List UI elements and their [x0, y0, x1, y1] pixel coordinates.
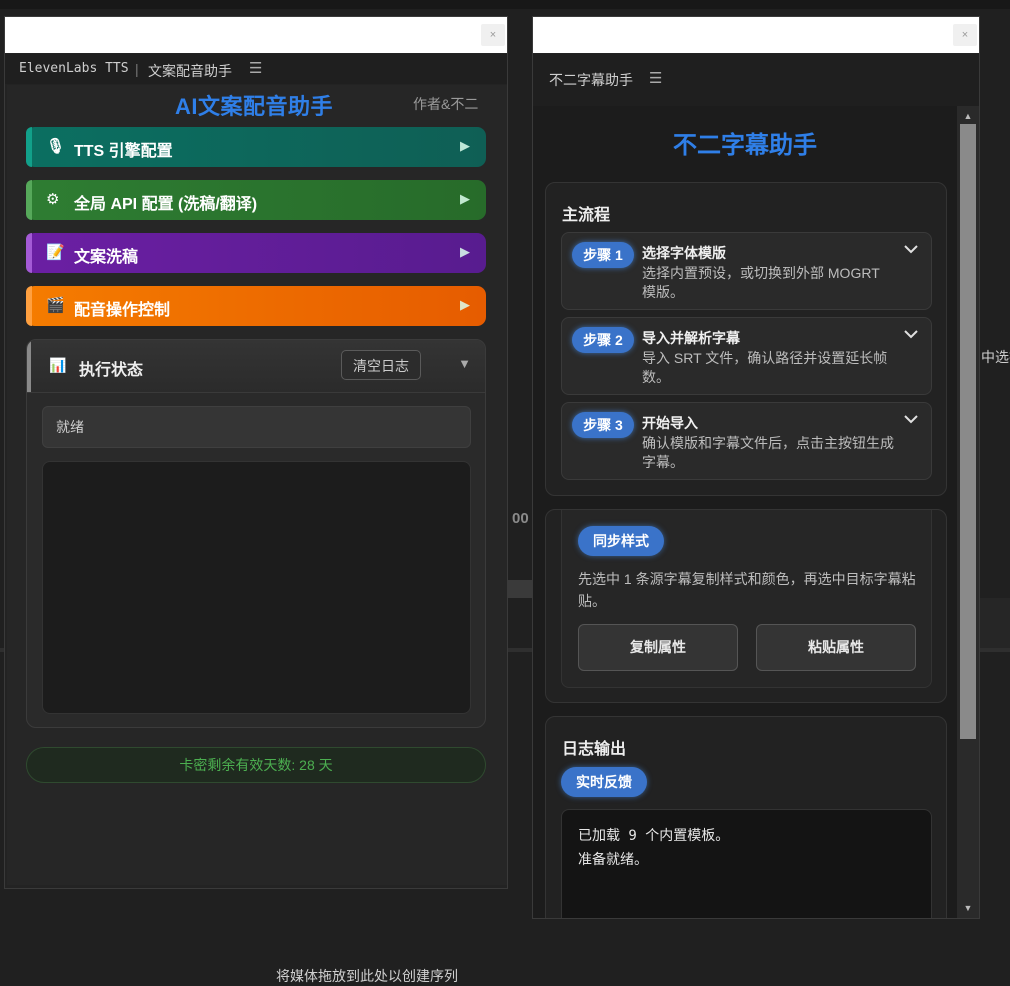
step-title: 选择字体模版	[642, 245, 726, 261]
log-output[interactable]: 已加载 9 个内置模板。 准备就绪。	[561, 809, 932, 918]
page-title: 不二字幕助手	[673, 132, 817, 159]
panel-titlebar: ×	[5, 17, 507, 53]
bg-scroll-segment	[508, 580, 532, 598]
tab-title: 不二字幕助手	[549, 72, 633, 88]
step-badge: 步骤 2	[572, 327, 634, 353]
panel-content: 不二字幕助手 主流程 步骤 1 选择字体模版 选择内置预设，或切换到外部 MOG…	[533, 106, 957, 918]
chevron-down-icon[interactable]	[903, 411, 919, 427]
step-item[interactable]: 步骤 1 选择字体模版 选择内置预设，或切换到外部 MOGRT 模版。	[561, 232, 932, 310]
microphone-icon: 🎙	[46, 138, 66, 155]
sync-style-inner: 同步样式 先选中 1 条源字幕复制样式和颜色，再选中目标字幕粘贴。 复制属性 粘…	[561, 510, 932, 688]
status-title: 执行状态	[79, 362, 144, 379]
section-label: 文案洗稿	[74, 249, 139, 266]
step-title: 开始导入	[642, 415, 698, 431]
memo-icon: 📝	[46, 244, 65, 261]
log-line: 已加载 9 个内置模板。	[578, 828, 730, 844]
bg-hint-text: 中选择	[981, 349, 1010, 365]
tts-panel: × ElevenLabs TTS | 文案配音助手 ☰ AI文案配音助手 作者&…	[4, 16, 508, 889]
chevron-down-icon[interactable]	[903, 326, 919, 342]
gear-icon: ⚙	[46, 191, 60, 208]
tab-title: ElevenLabs TTS	[19, 61, 129, 76]
sync-style-pill: 同步样式	[578, 526, 664, 556]
chevron-right-icon: ▶	[460, 138, 470, 153]
close-icon[interactable]: ×	[953, 24, 977, 46]
tab-separator: |	[135, 61, 139, 77]
log-line: 准备就绪。	[578, 852, 648, 868]
step-description: 导入 SRT 文件，确认路径并设置延长帧数。	[642, 350, 888, 385]
log-output[interactable]	[42, 461, 471, 714]
status-text: 就绪	[42, 406, 471, 448]
section-dubbing-control[interactable]: 🎬 配音操作控制 ▶	[26, 286, 486, 326]
panel-titlebar: ×	[533, 17, 979, 53]
bg-timecode: 00	[512, 510, 529, 527]
author-label: 作者&不二	[413, 96, 479, 112]
bar-chart-icon: 📊	[49, 357, 67, 373]
clapperboard-icon: 🎬	[46, 297, 65, 314]
app-top-strip	[0, 0, 1010, 9]
license-status: 卡密剩余有效天数: 28 天	[26, 747, 486, 783]
step-item[interactable]: 步骤 2 导入并解析字幕 导入 SRT 文件，确认路径并设置延长帧数。	[561, 317, 932, 395]
scroll-thumb[interactable]	[960, 124, 976, 739]
chevron-down-icon[interactable]: ▼	[458, 356, 471, 371]
section-global-api[interactable]: ⚙ 全局 API 配置 (洗稿/翻译) ▶	[26, 180, 486, 220]
vertical-scrollbar[interactable]: ▲ ▼	[957, 106, 979, 918]
chevron-right-icon: ▶	[460, 244, 470, 259]
status-header[interactable]: 📊 执行状态 清空日志 ▼	[27, 340, 485, 393]
card-title: 主流程	[562, 207, 611, 224]
close-icon[interactable]: ×	[481, 24, 505, 46]
copy-attributes-button[interactable]: 复制属性	[578, 624, 738, 671]
chevron-down-icon[interactable]	[903, 241, 919, 257]
sync-style-description: 先选中 1 条源字幕复制样式和颜色，再选中目标字幕粘贴。	[578, 571, 916, 609]
tab-subtitle: 文案配音助手	[148, 63, 232, 79]
chevron-right-icon: ▶	[460, 297, 470, 312]
step-badge: 步骤 3	[572, 412, 634, 438]
section-label: TTS 引擎配置	[74, 143, 173, 160]
step-item[interactable]: 步骤 3 开始导入 确认模版和字幕文件后，点击主按钮生成字幕。	[561, 402, 932, 480]
step-badge: 步骤 1	[572, 242, 634, 268]
log-card: 日志输出 实时反馈 已加载 9 个内置模板。 准备就绪。	[545, 716, 947, 918]
panel-tab[interactable]: 不二字幕助手 ☰	[533, 54, 979, 106]
chevron-right-icon: ▶	[460, 191, 470, 206]
step-description: 选择内置预设，或切换到外部 MOGRT 模版。	[642, 265, 880, 300]
page-title: AI文案配音助手	[175, 94, 334, 119]
section-label: 配音操作控制	[74, 302, 171, 319]
main-flow-card: 主流程 步骤 1 选择字体模版 选择内置预设，或切换到外部 MOGRT 模版。 …	[545, 182, 947, 496]
accent-bar	[26, 180, 32, 220]
clear-log-button[interactable]: 清空日志	[341, 350, 421, 380]
subtitle-panel: × 不二字幕助手 ☰ 不二字幕助手 主流程 步骤 1 选择字体模版 选择内置预设…	[532, 16, 980, 919]
sync-style-card: 同步样式 先选中 1 条源字幕复制样式和颜色，再选中目标字幕粘贴。 复制属性 粘…	[545, 509, 947, 703]
bg-panel-fragment	[980, 598, 1010, 648]
status-section: 📊 执行状态 清空日志 ▼ 就绪	[26, 339, 486, 728]
section-label: 全局 API 配置 (洗稿/翻译)	[74, 196, 258, 213]
step-description: 确认模版和字幕文件后，点击主按钮生成字幕。	[642, 435, 894, 470]
bg-drop-hint: 将媒体拖放到此处以创建序列	[276, 968, 458, 984]
step-title: 导入并解析字幕	[642, 330, 740, 346]
menu-icon[interactable]: ☰	[649, 69, 662, 87]
accent-bar	[26, 233, 32, 273]
paste-attributes-button[interactable]: 粘贴属性	[756, 624, 916, 671]
realtime-feedback-pill: 实时反馈	[561, 767, 647, 797]
accent-bar	[26, 286, 32, 326]
panel-tab[interactable]: ElevenLabs TTS | 文案配音助手 ☰	[5, 54, 507, 84]
accent-bar	[26, 127, 32, 167]
section-rewrite[interactable]: 📝 文案洗稿 ▶	[26, 233, 486, 273]
accent-bar	[27, 340, 31, 392]
card-title: 日志输出	[562, 741, 627, 758]
scroll-down-icon[interactable]: ▼	[961, 902, 975, 914]
section-tts-engine[interactable]: 🎙 TTS 引擎配置 ▶	[26, 127, 486, 167]
scroll-up-icon[interactable]: ▲	[961, 110, 975, 122]
menu-icon[interactable]: ☰	[249, 59, 262, 77]
